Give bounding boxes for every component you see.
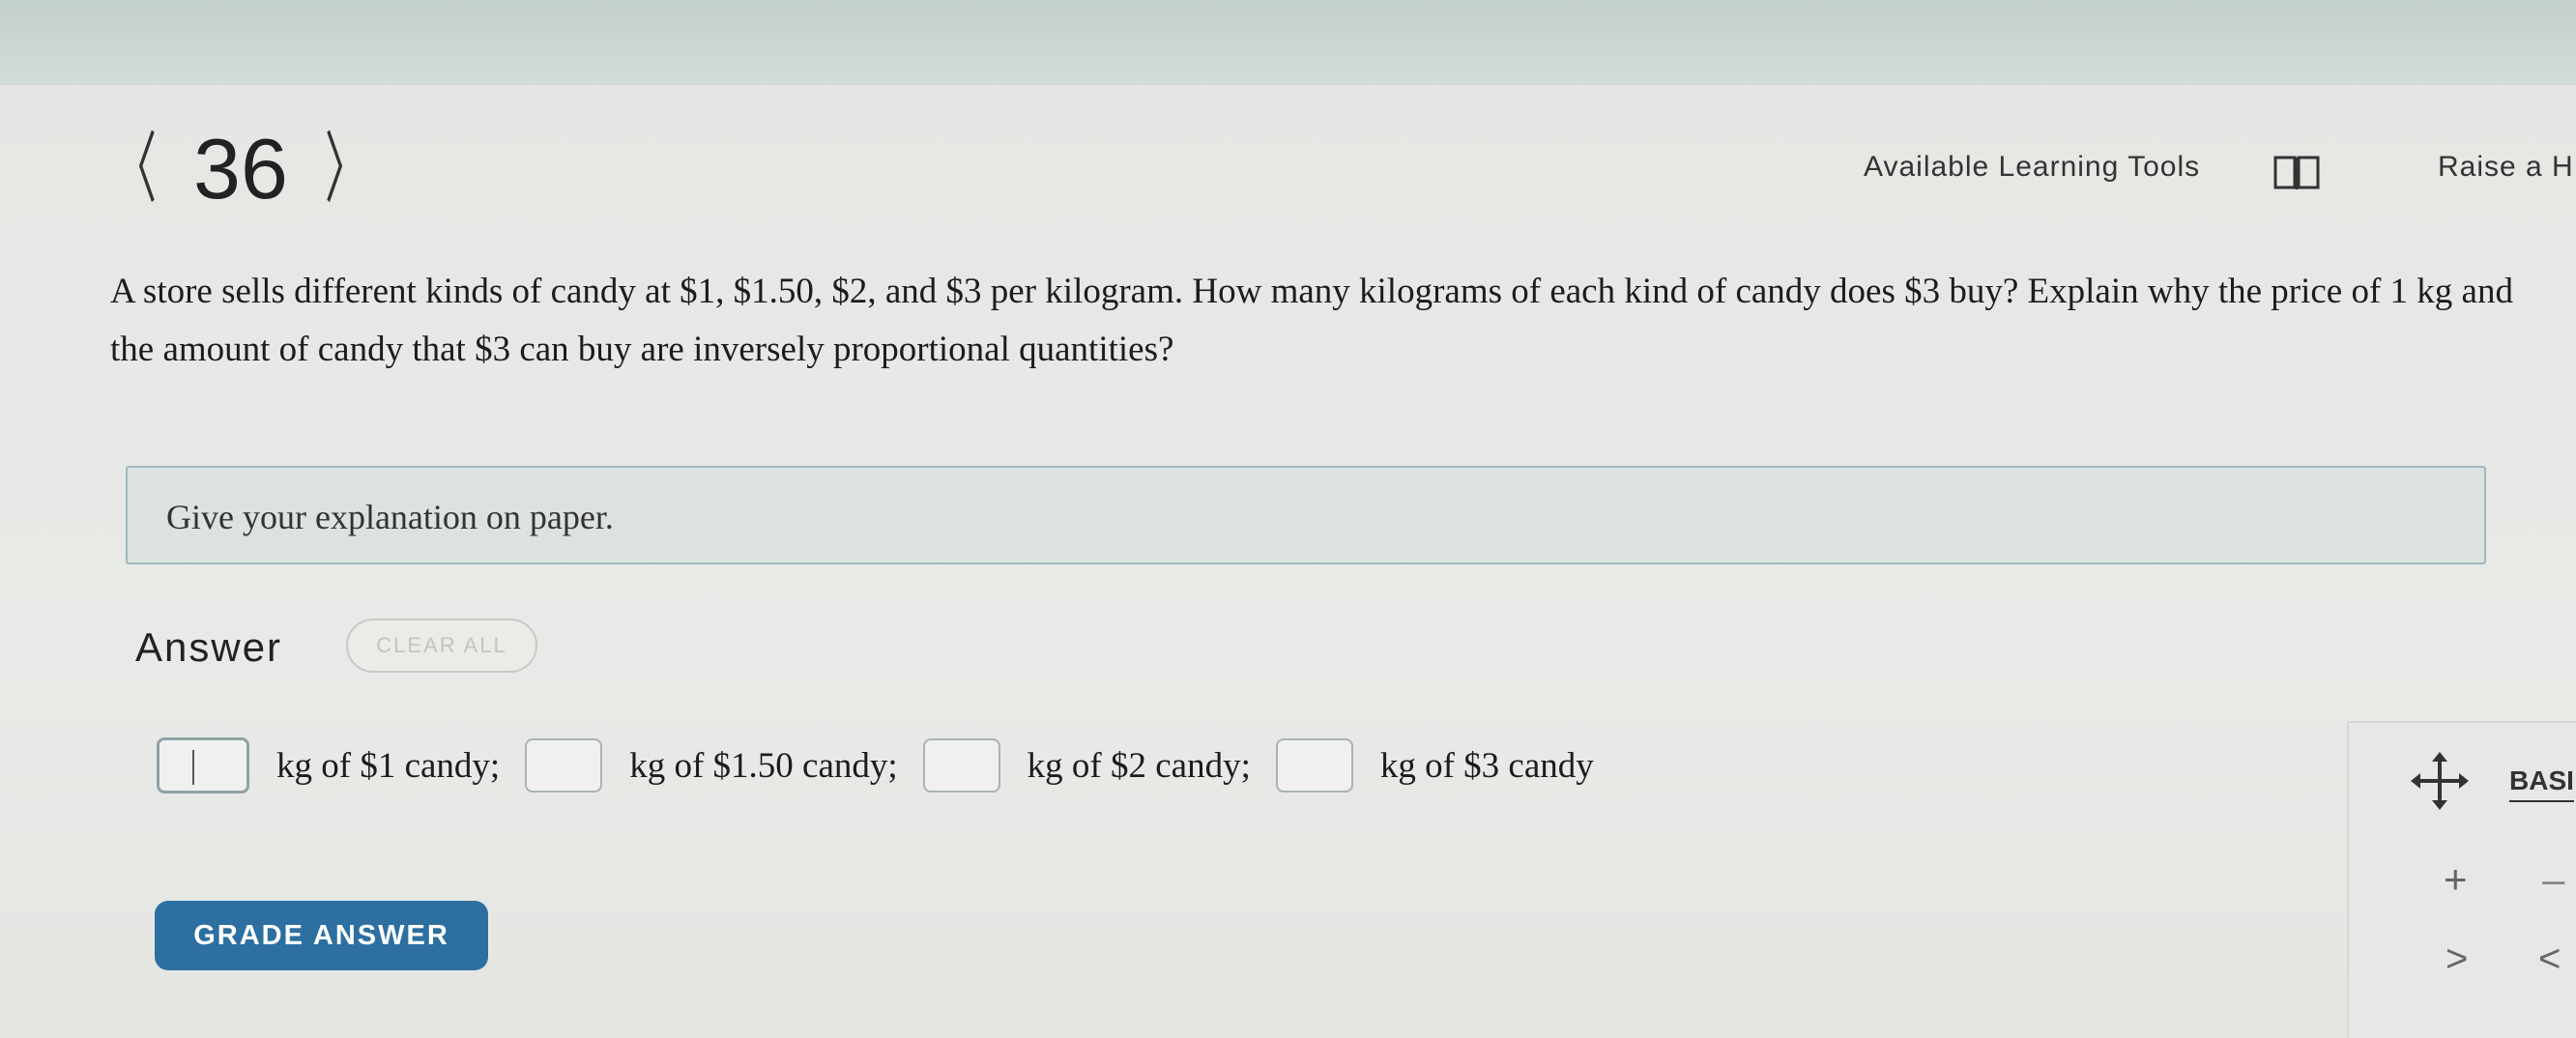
browser-top-strip: [0, 0, 2576, 85]
move-arrows-icon[interactable]: [2411, 752, 2469, 810]
answer-row: kg of $1 candy; kg of $1.50 candy; kg of…: [157, 736, 1619, 794]
answer-input-3-dollar[interactable]: [1275, 738, 1353, 793]
minus-key[interactable]: –: [2542, 856, 2564, 903]
question-navigator: 〈 36 〉: [97, 121, 385, 217]
answer-input-2-dollar[interactable]: [922, 738, 1000, 793]
answer-label-1-dollar: kg of $1 candy;: [276, 745, 501, 786]
explanation-text: Give your explanation on paper.: [166, 498, 614, 536]
answer-label-1-50-dollar: kg of $1.50 candy;: [629, 745, 898, 786]
greater-than-key[interactable]: >: [2446, 937, 2468, 981]
question-text: A store sells different kinds of candy a…: [110, 272, 2513, 369]
question-number: 36: [193, 121, 288, 216]
clear-all-button[interactable]: CLEAR ALL: [346, 619, 537, 673]
plus-key[interactable]: +: [2444, 856, 2468, 903]
explanation-box: Give your explanation on paper.: [126, 466, 2486, 564]
answer-input-1-dollar[interactable]: [157, 737, 249, 793]
keypad-tab-basic[interactable]: BASI: [2509, 765, 2574, 802]
available-learning-tools-link[interactable]: Available Learning Tools: [1864, 151, 2200, 184]
math-keypad-panel: BASI + – > <: [2347, 721, 2576, 1038]
answer-label-2-dollar: kg of $2 candy;: [1027, 745, 1251, 786]
less-than-key[interactable]: <: [2538, 937, 2561, 981]
answer-label-3-dollar: kg of $3 candy: [1379, 745, 1594, 786]
raise-hand-button[interactable]: Raise a H: [2438, 151, 2574, 184]
previous-question-arrow[interactable]: 〈: [114, 130, 157, 208]
next-question-arrow[interactable]: 〉: [325, 130, 367, 208]
answer-input-1-50-dollar[interactable]: [525, 738, 603, 793]
book-icon[interactable]: [2272, 153, 2322, 191]
grade-answer-button[interactable]: GRADE ANSWER: [155, 901, 488, 970]
answer-heading: Answer: [135, 624, 283, 670]
